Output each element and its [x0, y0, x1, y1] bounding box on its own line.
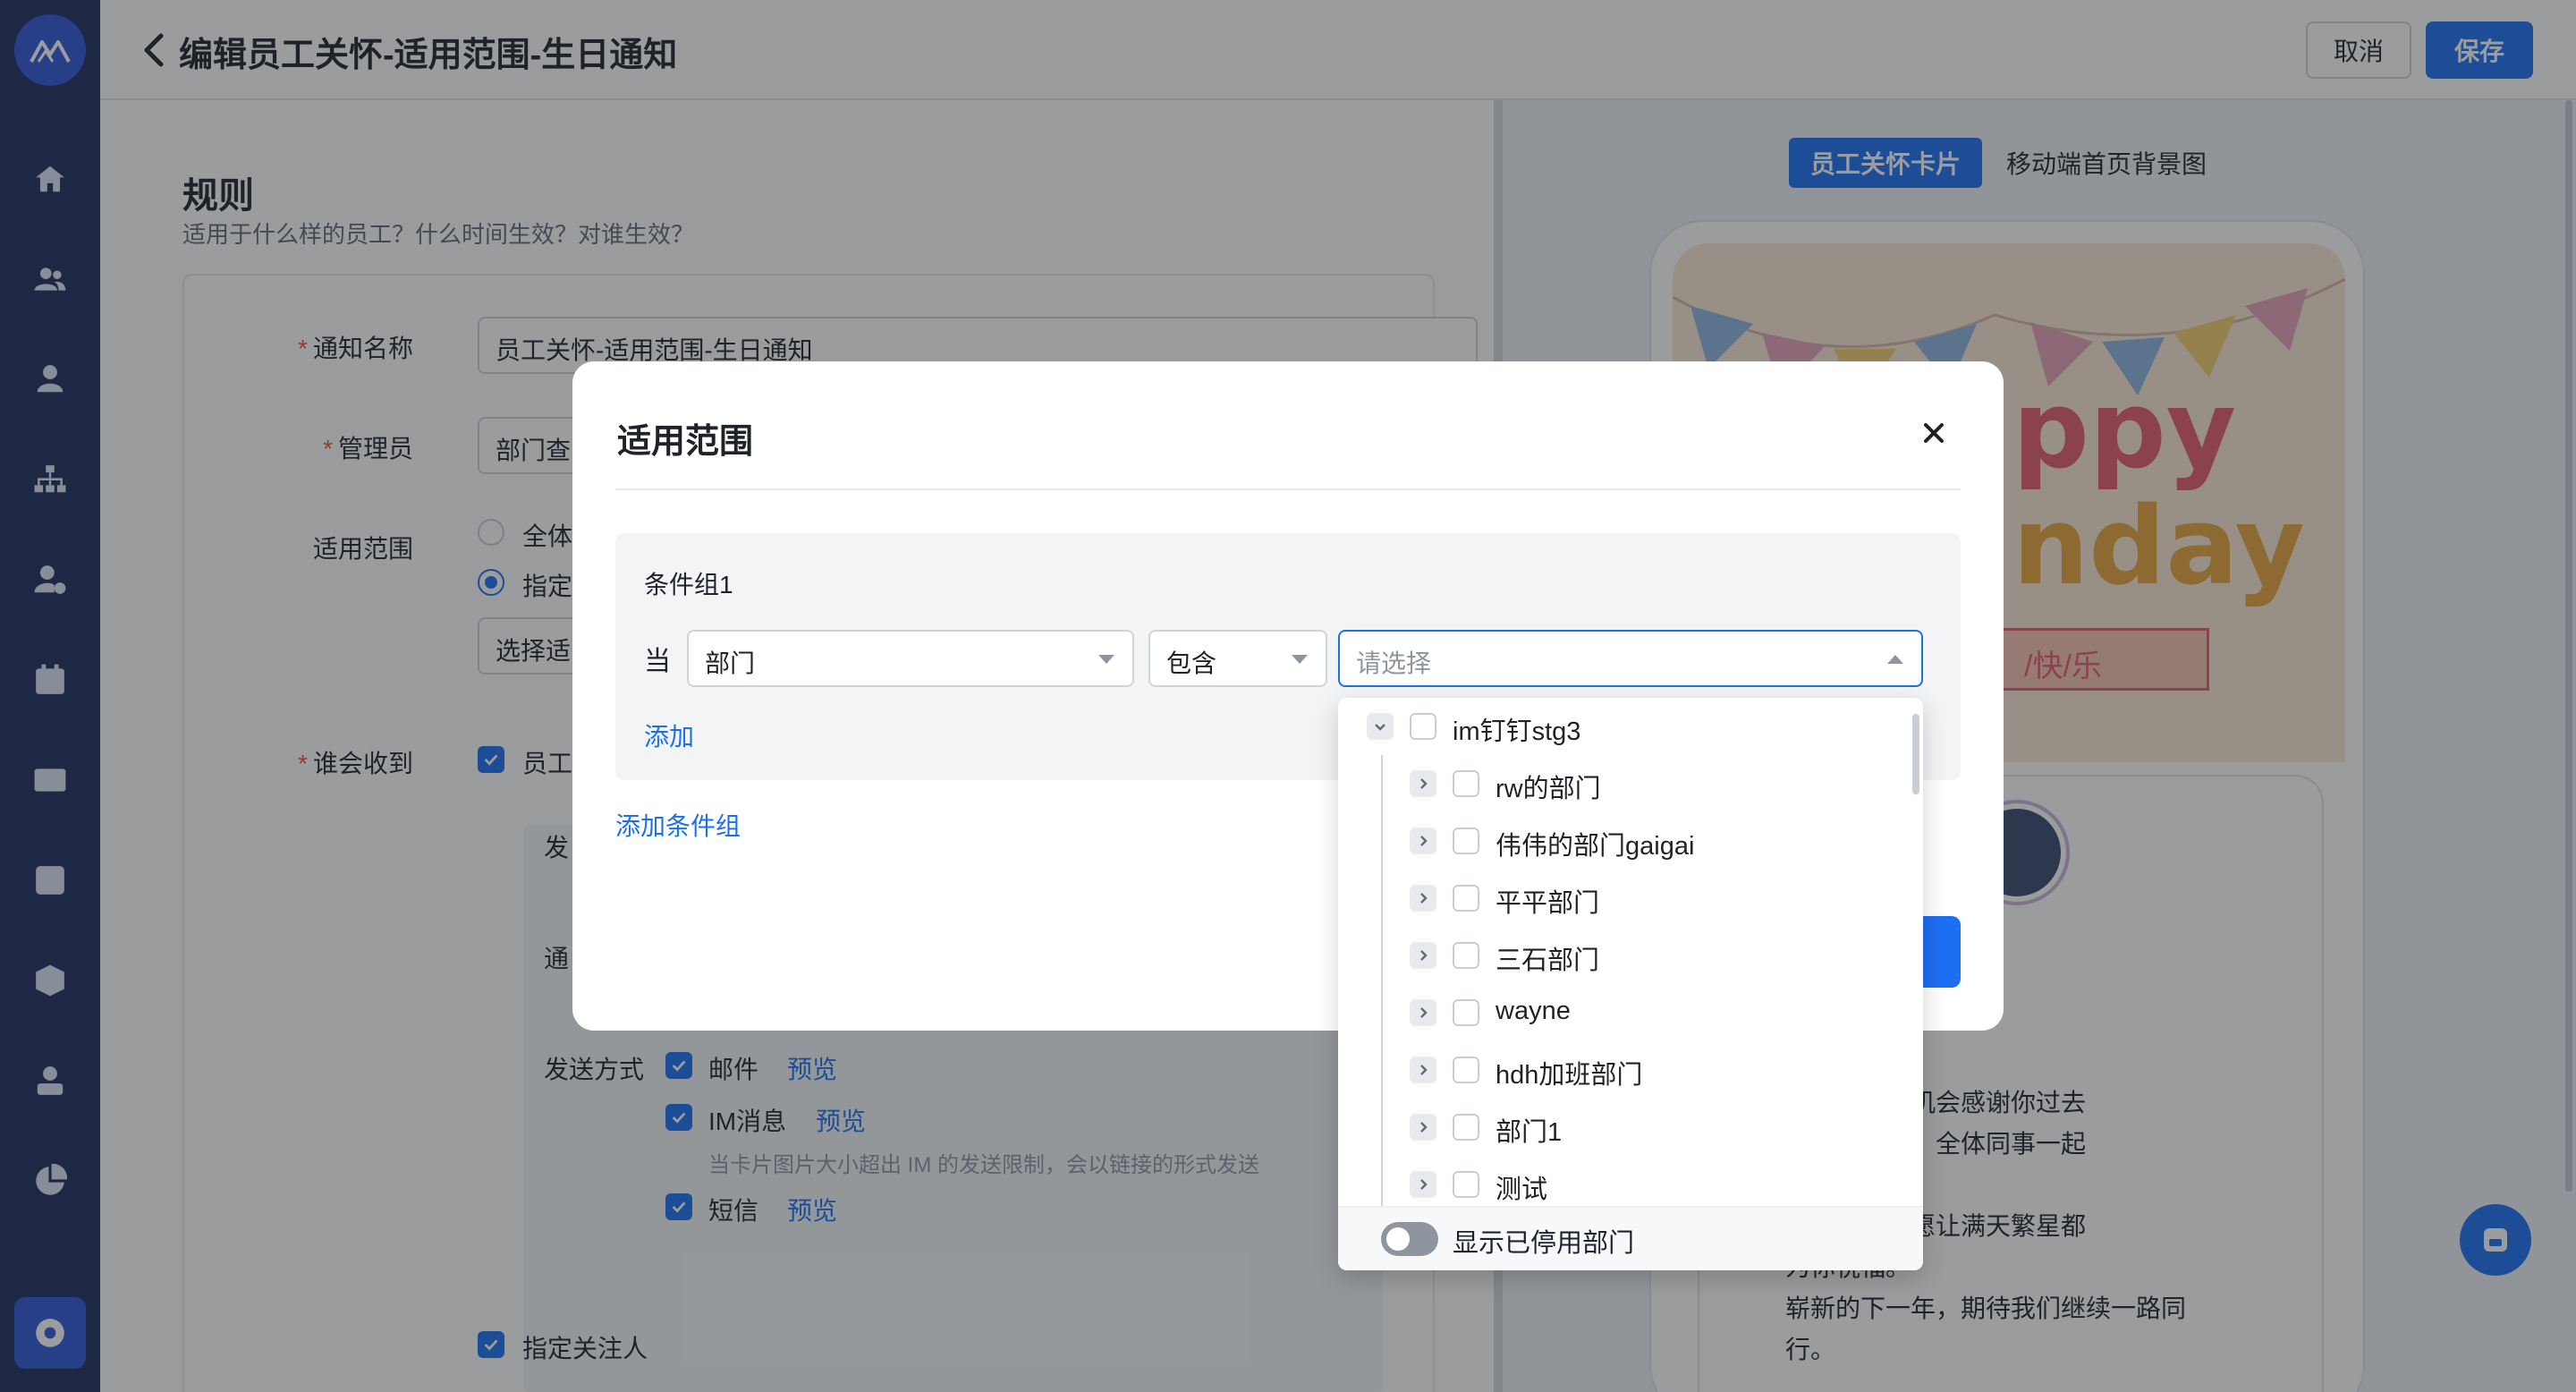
expand-chevron-icon[interactable]	[1410, 1057, 1436, 1083]
chevron-down-icon	[1292, 655, 1308, 664]
tree-item-label: im钉钉stg3	[1453, 717, 1581, 746]
tree-checkbox[interactable]	[1453, 885, 1479, 912]
expand-chevron-icon[interactable]	[1410, 1171, 1436, 1198]
tree-item-partial[interactable]: 测试	[1338, 1156, 1911, 1213]
tree-item-label: 平平部门	[1496, 889, 1600, 918]
chevron-down-icon	[1098, 655, 1114, 664]
collapse-chevron-icon[interactable]	[1367, 713, 1394, 740]
modal-divider	[615, 488, 1961, 490]
tree-checkbox[interactable]	[1453, 828, 1479, 854]
show-disabled-label: 显示已停用部门	[1453, 1229, 1635, 1258]
tree-item-label: 测试	[1496, 1176, 1548, 1204]
chevron-up-icon	[1887, 655, 1903, 664]
expand-chevron-icon[interactable]	[1410, 999, 1436, 1026]
tree-item-label: 伟伟的部门gaigai	[1496, 832, 1695, 861]
tree-checkbox[interactable]	[1453, 1057, 1479, 1083]
show-disabled-toggle[interactable]	[1381, 1222, 1438, 1256]
dropdown-scrollbar[interactable]	[1912, 714, 1919, 794]
tree-checkbox[interactable]	[1453, 770, 1479, 797]
field-select[interactable]: 部门	[687, 630, 1134, 687]
tree-checkbox[interactable]	[1453, 999, 1479, 1026]
expand-chevron-icon[interactable]	[1410, 770, 1436, 797]
expand-chevron-icon[interactable]	[1410, 885, 1436, 912]
add-condition-group-link[interactable]: 添加条件组	[615, 807, 741, 843]
tree-item-label: wayne	[1496, 997, 1571, 1025]
dropdown-footer: 显示已停用部门	[1338, 1206, 1923, 1270]
close-icon[interactable]	[1918, 417, 1950, 449]
condition-group-title: 条件组1	[644, 571, 733, 598]
tree-item[interactable]: 伟伟的部门gaigai	[1338, 812, 1911, 870]
tree-item-label: rw的部门	[1496, 775, 1601, 803]
operator-select[interactable]: 包含	[1148, 630, 1327, 687]
tree-item[interactable]: 部门1	[1338, 1099, 1911, 1156]
tree-item[interactable]: rw的部门	[1338, 755, 1911, 812]
operator-select-value: 包含	[1166, 649, 1217, 677]
field-select-value: 部门	[705, 649, 756, 677]
value-select[interactable]: 请选择	[1338, 630, 1923, 687]
tree-checkbox[interactable]	[1453, 1171, 1479, 1198]
modal-title: 适用范围	[617, 423, 754, 461]
expand-chevron-icon[interactable]	[1410, 828, 1436, 854]
tree-item-label: 部门1	[1496, 1118, 1563, 1147]
expand-chevron-icon[interactable]	[1410, 942, 1436, 969]
tree-item-label: hdh加班部门	[1496, 1061, 1643, 1090]
tree-item-root[interactable]: im钉钉stg3	[1338, 698, 1911, 755]
tree-item[interactable]: 平平部门	[1338, 870, 1911, 927]
tree-checkbox[interactable]	[1410, 713, 1436, 740]
tree-item[interactable]: hdh加班部门	[1338, 1041, 1911, 1099]
add-condition-link[interactable]: 添加	[644, 717, 694, 753]
tree-item[interactable]: wayne	[1338, 984, 1911, 1041]
department-tree-dropdown: im钉钉stg3 rw的部门 伟伟的部门gaigai 平平部门 三石部门 way…	[1338, 698, 1923, 1270]
tree-item[interactable]: 三石部门	[1338, 927, 1911, 984]
tree-item-label: 三石部门	[1496, 946, 1600, 975]
expand-chevron-icon[interactable]	[1410, 1114, 1436, 1141]
when-label: 当	[644, 647, 671, 676]
value-select-placeholder: 请选择	[1356, 649, 1432, 677]
tree-checkbox[interactable]	[1453, 942, 1479, 969]
tree-checkbox[interactable]	[1453, 1114, 1479, 1141]
